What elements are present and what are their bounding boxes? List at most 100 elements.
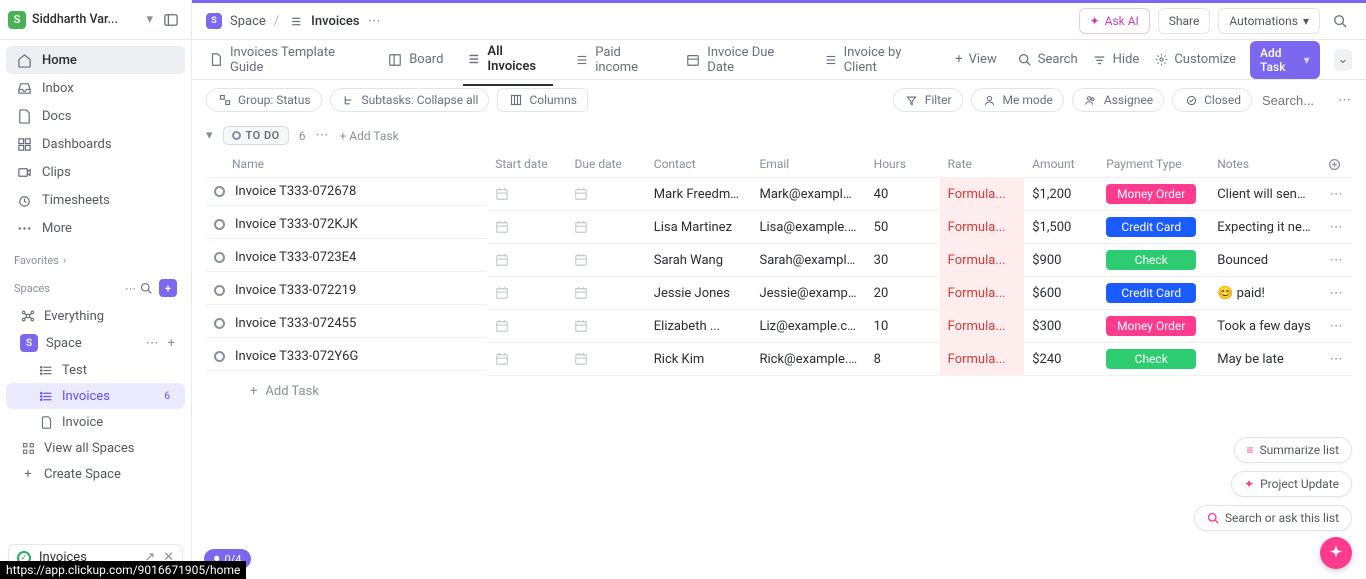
cell-notes[interactable]: Expecting it next... [1209,211,1320,244]
col-amount[interactable]: Amount [1024,151,1098,178]
nav-docs[interactable]: Docs [6,102,185,130]
cell-notes[interactable]: Client will send ... [1209,178,1320,211]
cell-email[interactable]: Rick@example.com [751,343,865,376]
cell-payment[interactable]: Money Order [1098,178,1209,211]
cell-email[interactable]: Mark@example.c... [751,178,865,211]
cell-payment[interactable]: Credit Card [1098,277,1209,310]
cell-due[interactable] [566,277,645,310]
cell-hours[interactable]: 10 [866,310,940,343]
col-start[interactable]: Start date [487,151,566,178]
cell-start[interactable] [487,178,566,211]
cell-contact[interactable]: Elizabeth ... [646,310,752,343]
breadcrumb-list[interactable]: Invoices [311,14,359,29]
sidebar-everything[interactable]: Everything [6,303,185,329]
cell-due[interactable] [566,343,645,376]
cell-name[interactable]: Invoice T333-072219 [206,277,487,305]
cell-name[interactable]: Invoice T333-072Y6G [206,343,487,371]
breadcrumb-more-icon[interactable]: ⋯ [368,14,382,29]
row-more-icon[interactable]: ⋯ [1320,310,1352,343]
filters-more-icon[interactable]: ⋯ [1338,93,1352,108]
cell-rate[interactable]: Formula... [940,310,1025,343]
chip-columns[interactable]: Columns [497,88,588,112]
nav-home[interactable]: Home [6,46,185,74]
status-circle-icon[interactable] [214,351,225,362]
sidebar-doc-invoice[interactable]: Invoice [6,409,185,435]
cell-contact[interactable]: Mark Freedman [646,178,752,211]
sidebar-list-test[interactable]: Test [6,357,185,383]
col-notes[interactable]: Notes [1209,151,1320,178]
col-email[interactable]: Email [751,151,865,178]
chevron-down-icon[interactable]: ▾ [146,12,153,27]
spaces-search-icon[interactable] [137,279,155,297]
view-by-client[interactable]: Invoice by Client [820,35,936,85]
cell-contact[interactable]: Rick Kim [646,343,752,376]
hide-button[interactable]: Hide [1092,52,1140,68]
add-task-button[interactable]: Add Task ▾ [1250,41,1320,79]
sidebar-space[interactable]: S Space ⋯ + [6,329,185,357]
col-hours[interactable]: Hours [866,151,940,178]
status-circle-icon[interactable] [214,219,225,230]
search-button[interactable]: Search [1017,52,1078,68]
view-all-invoices[interactable]: All Invoices [463,34,553,86]
sidebar-create-space[interactable]: + Create Space [6,461,185,487]
add-task-row[interactable]: + Add Task [206,376,1352,407]
workspace-badge[interactable]: S [8,11,26,29]
cell-hours[interactable]: 20 [866,277,940,310]
cell-notes[interactable]: May be late [1209,343,1320,376]
chip-closed[interactable]: Closed [1172,88,1252,112]
col-payment[interactable]: Payment Type [1098,151,1209,178]
col-due[interactable]: Due date [566,151,645,178]
col-rate[interactable]: Rate [940,151,1025,178]
cell-due[interactable] [566,310,645,343]
table-row[interactable]: Invoice T333-072KJKLisa MartinezLisa@exa… [206,211,1352,244]
collapse-sidebar-icon[interactable] [159,8,183,32]
search-list-button[interactable]: Search or ask this list [1194,505,1352,531]
cell-start[interactable] [487,310,566,343]
col-add[interactable] [1320,151,1352,178]
cell-payment[interactable]: Credit Card [1098,211,1209,244]
cell-amount[interactable]: $1,200 [1024,178,1098,211]
cell-contact[interactable]: Jessie Jones [646,277,752,310]
project-update-button[interactable]: ✦ Project Update [1231,471,1352,497]
row-more-icon[interactable]: ⋯ [1320,178,1352,211]
cell-contact[interactable]: Lisa Martinez [646,211,752,244]
cell-notes[interactable]: Bounced [1209,244,1320,277]
row-more-icon[interactable]: ⋯ [1320,244,1352,277]
row-more-icon[interactable]: ⋯ [1320,211,1352,244]
status-circle-icon[interactable] [214,285,225,296]
group-add-task[interactable]: + Add Task [339,129,398,143]
cell-payment[interactable]: Money Order [1098,310,1209,343]
status-chip[interactable]: TO DO [223,126,289,145]
nav-more[interactable]: More [6,214,185,242]
table-row[interactable]: Invoice T333-0723E4Sarah WangSarah@examp… [206,244,1352,277]
cell-start[interactable] [487,277,566,310]
ai-fab[interactable] [1320,537,1352,569]
cell-due[interactable] [566,178,645,211]
expand-search-icon[interactable] [1328,9,1352,33]
search-input[interactable] [1260,92,1330,109]
table-row[interactable]: Invoice T333-072Y6G Rick KimRick@example.… [206,343,1352,376]
cell-hours[interactable]: 8 [866,343,940,376]
cell-email[interactable]: Jessie@example.c... [751,277,865,310]
table-row[interactable]: Invoice T333-072219 Jessie JonesJessie@ex… [206,277,1352,310]
sidebar-view-all-spaces[interactable]: View all Spaces [6,435,185,461]
collapse-caret-icon[interactable]: ▾ [206,128,213,143]
space-icon[interactable]: S [206,13,222,29]
ask-ai-button[interactable]: ✦ Ask AI [1079,8,1150,34]
view-guide[interactable]: Invoices Template Guide [206,35,367,85]
cell-amount[interactable]: $240 [1024,343,1098,376]
nav-timesheets[interactable]: Timesheets [6,186,185,214]
cell-notes[interactable]: Took a few days [1209,310,1320,343]
cell-payment[interactable]: Check [1098,244,1209,277]
chip-group[interactable]: Group: Status [206,88,322,112]
chip-subtasks[interactable]: Subtasks: Collapse all [330,88,490,112]
sidebar-list-invoices[interactable]: Invoices 6 [6,383,185,409]
cell-amount[interactable]: $900 [1024,244,1098,277]
cell-rate[interactable]: Formula... [940,277,1025,310]
view-paid[interactable]: Paid income [571,35,665,85]
cell-name[interactable]: Invoice T333-0723E4 [206,244,487,272]
cell-rate[interactable]: Formula... [940,211,1025,244]
cell-rate[interactable]: Formula... [940,178,1025,211]
group-more-icon[interactable]: ⋯ [315,128,329,143]
cell-email[interactable]: Lisa@example.com [751,211,865,244]
